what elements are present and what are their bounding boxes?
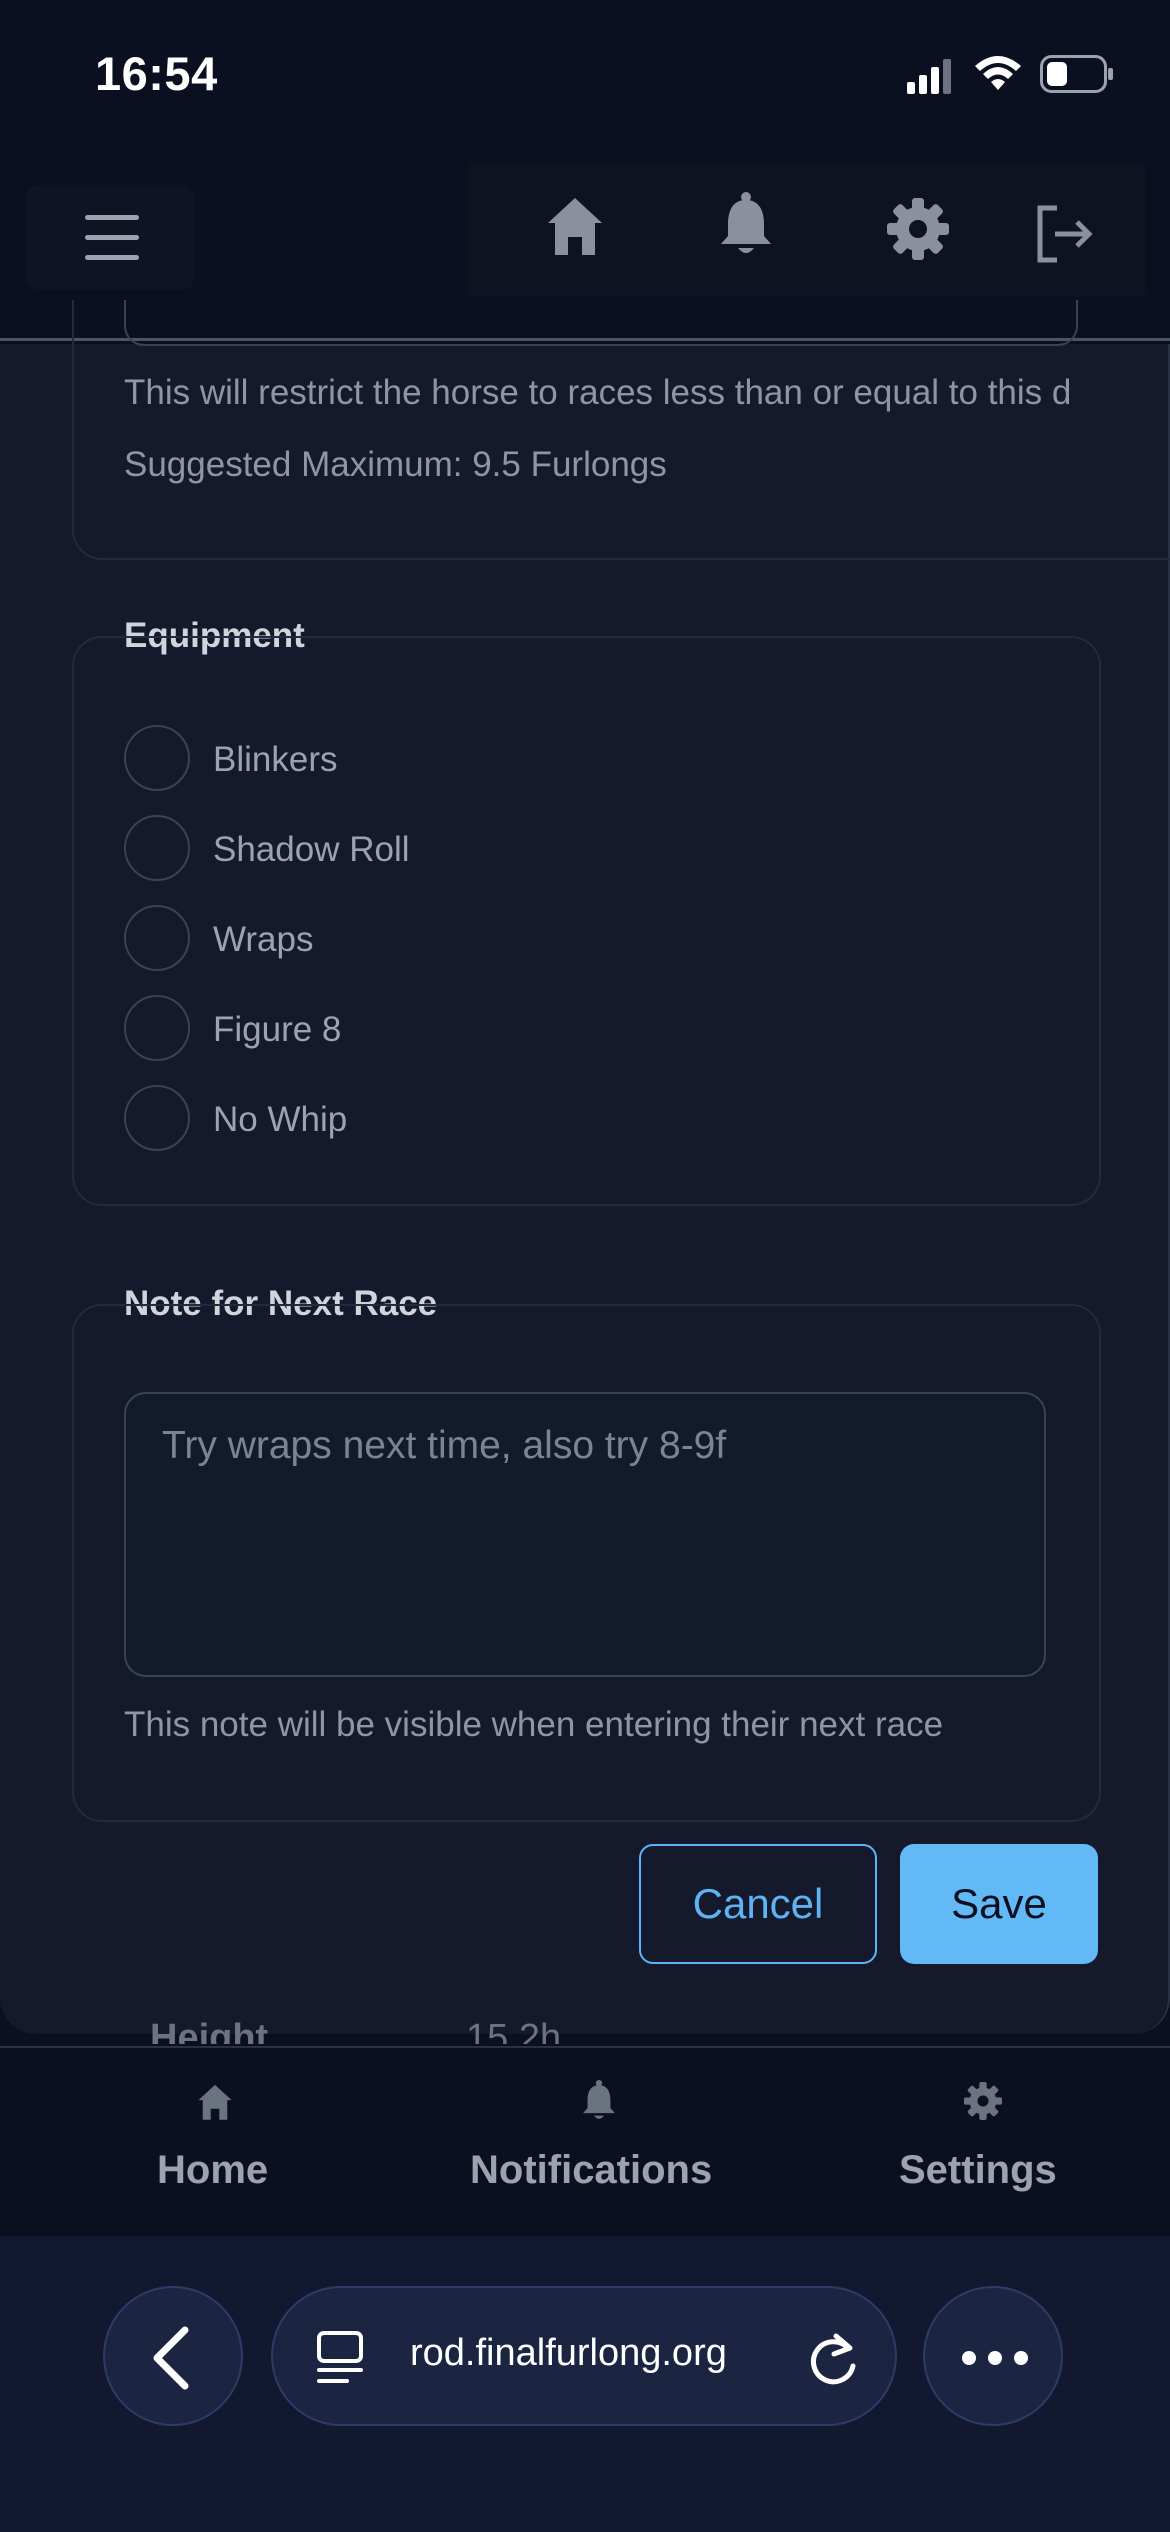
menu-button[interactable]: [25, 185, 195, 290]
blinkers-label[interactable]: Blinkers: [213, 740, 337, 780]
more-icon: [962, 2351, 1028, 2365]
cancel-button[interactable]: Cancel: [639, 1844, 877, 1964]
nav-home[interactable]: Home: [157, 2148, 268, 2193]
bell-icon[interactable]: [718, 192, 774, 258]
suggested-maximum: Suggested Maximum: 9.5 Furlongs: [124, 445, 667, 484]
reload-icon[interactable]: [806, 2330, 862, 2388]
wraps-label[interactable]: Wraps: [213, 920, 314, 960]
height-row-label: Height: [150, 2017, 269, 2044]
gear-icon[interactable]: [887, 198, 949, 260]
wifi-icon: [972, 52, 1024, 92]
status-time: 16:54: [95, 47, 218, 100]
wraps-radio[interactable]: [124, 905, 190, 971]
chevron-left-icon: [153, 2326, 189, 2390]
figure-8-label[interactable]: Figure 8: [213, 1010, 341, 1050]
tab-overview-icon[interactable]: [315, 2330, 367, 2386]
height-row-value: 15.2h: [466, 2017, 562, 2044]
bottom-nav: [0, 2046, 1170, 2238]
logout-icon[interactable]: [1035, 205, 1095, 263]
note-text: Try wraps next time, also try 8-9f: [162, 1424, 727, 1467]
distance-description: This will restrict the horse to races le…: [124, 373, 1072, 412]
no-whip-radio[interactable]: [124, 1085, 190, 1151]
home-icon[interactable]: [545, 195, 605, 257]
blinkers-radio[interactable]: [124, 725, 190, 791]
nav-gear-icon[interactable]: [964, 2082, 1002, 2120]
shadow-roll-radio[interactable]: [124, 815, 190, 881]
no-whip-label[interactable]: No Whip: [213, 1100, 347, 1140]
nav-home-icon[interactable]: [196, 2083, 234, 2121]
figure-8-radio[interactable]: [124, 995, 190, 1061]
save-button[interactable]: Save: [900, 1844, 1098, 1964]
nav-settings[interactable]: Settings: [899, 2148, 1057, 2193]
distance-input-edge: [124, 300, 1078, 346]
nav-bell-icon[interactable]: [581, 2080, 617, 2122]
battery-icon: [1040, 55, 1115, 93]
back-button[interactable]: [103, 2286, 243, 2426]
signal-icon: [905, 58, 955, 94]
note-helper: This note will be visible when entering …: [124, 1705, 944, 1744]
more-button[interactable]: [923, 2286, 1063, 2426]
shadow-roll-label[interactable]: Shadow Roll: [213, 830, 410, 870]
url-text: rod.finalfurlong.org: [410, 2332, 727, 2374]
nav-notifications[interactable]: Notifications: [470, 2148, 712, 2193]
